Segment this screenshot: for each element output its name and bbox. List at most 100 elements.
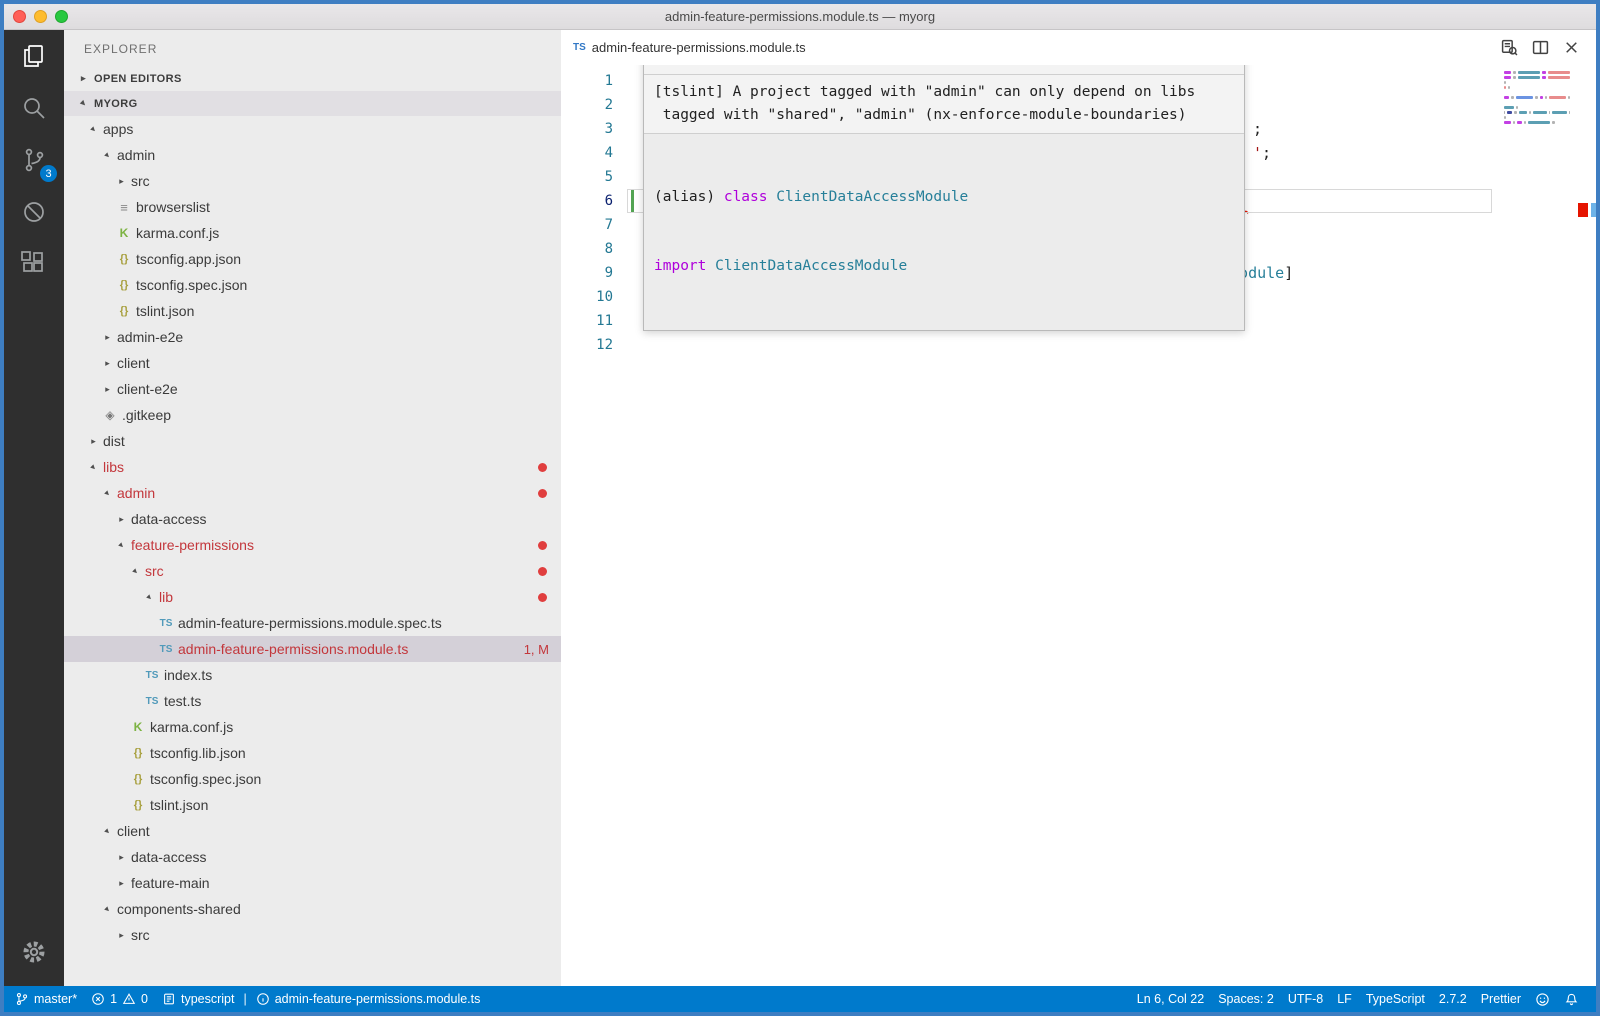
tree-item-data-access[interactable]: ▸data-access (64, 506, 561, 532)
tree-item-admin-e2e[interactable]: ▸admin-e2e (64, 324, 561, 350)
ts-version-status[interactable]: 2.7.2 (1432, 992, 1474, 1006)
split-editor-icon[interactable] (1532, 39, 1549, 56)
tree-item-tslint.json[interactable]: {}tslint.json (64, 792, 561, 818)
tree-item-admin[interactable]: ▸admin (64, 142, 561, 168)
lint-message-line: [tslint] A project tagged with "admin" c… (654, 81, 1234, 104)
overview-ruler-scroll-mark (1591, 203, 1596, 217)
tree-item-client[interactable]: ▸client (64, 350, 561, 376)
open-editors-label: OPEN EDITORS (94, 73, 182, 85)
feedback-smiley-icon[interactable] (1528, 992, 1557, 1007)
encoding-status[interactable]: UTF-8 (1281, 992, 1330, 1006)
status-separator: | (241, 992, 248, 1006)
tree-item-client[interactable]: ▸client (64, 818, 561, 844)
ts-file-icon: TS (156, 618, 176, 629)
git-branch-status[interactable]: master* (8, 992, 84, 1006)
search-icon[interactable] (4, 82, 64, 134)
eol-status[interactable]: LF (1330, 992, 1359, 1006)
tree-item-label: client (115, 823, 150, 839)
language-mode-status[interactable]: TypeScript (1359, 992, 1432, 1006)
chevron-expanded-icon: ▸ (98, 822, 116, 840)
tree-item-browserslist[interactable]: ≡browserslist (64, 194, 561, 220)
tree-item-label: src (129, 927, 150, 943)
line-number: 9 (561, 261, 613, 285)
lint-message-line: tagged with "shared", "admin" (nx-enforc… (654, 104, 1234, 127)
tree-item-tsconfig.lib.json[interactable]: {}tsconfig.lib.json (64, 740, 561, 766)
tab-bar: TS admin-feature-permissions.module.ts (561, 30, 1596, 65)
tree-item-label: src (143, 563, 164, 579)
tree-item-tsconfig.spec.json[interactable]: {}tsconfig.spec.json (64, 272, 561, 298)
tree-item-apps[interactable]: ▸apps (64, 116, 561, 142)
tree-item-client-e2e[interactable]: ▸client-e2e (64, 376, 561, 402)
line-number: 5 (561, 165, 613, 189)
indentation-status[interactable]: Spaces: 2 (1211, 992, 1281, 1006)
close-editor-icon[interactable] (1563, 39, 1580, 56)
tree-item-label: admin-e2e (115, 329, 183, 345)
tree-item-admin-feature-permissions.module.ts[interactable]: TSadmin-feature-permissions.module.ts1, … (64, 636, 561, 662)
tree-item-dist[interactable]: ▸dist (64, 428, 561, 454)
tree-item-admin-feature-permissions.module.spec.ts[interactable]: TSadmin-feature-permissions.module.spec.… (64, 610, 561, 636)
braces-file-icon: {} (114, 279, 134, 291)
tree-item-index.ts[interactable]: TSindex.ts (64, 662, 561, 688)
tree-item-label: data-access (129, 849, 206, 865)
tree-item-data-access[interactable]: ▸data-access (64, 844, 561, 870)
tree-item-test.ts[interactable]: TStest.ts (64, 688, 561, 714)
hover-alias-line: (alias) class ClientDataAccessModule (654, 186, 1234, 209)
problems-status[interactable]: 1 0 (84, 992, 155, 1006)
explorer-icon[interactable] (4, 30, 64, 82)
tree-item-karma.conf.js[interactable]: Kkarma.conf.js (64, 220, 561, 246)
formatter-status[interactable]: Prettier (1474, 992, 1528, 1006)
hover-alias-block: (alias) class ClientDataAccessModule imp… (644, 134, 1244, 330)
cursor-position-status[interactable]: Ln 6, Col 22 (1130, 992, 1211, 1006)
error-count: 1 (110, 992, 117, 1006)
source-control-icon[interactable]: 3 (4, 134, 64, 186)
code-line-12[interactable]: 12 (561, 333, 1596, 357)
tree-item-admin[interactable]: ▸admin (64, 480, 561, 506)
line-number: 1 (561, 69, 613, 93)
ts-file-icon: TS (142, 670, 162, 681)
chevron-collapsed-icon: ▸ (114, 176, 129, 187)
notifications-bell-icon[interactable] (1557, 992, 1586, 1007)
tree-item-src[interactable]: ▸src (64, 558, 561, 584)
active-file-status[interactable]: admin-feature-permissions.module.ts (249, 992, 488, 1006)
chevron-collapsed-icon: ▸ (86, 436, 101, 447)
tree-item-.gitkeep[interactable]: ◈.gitkeep (64, 402, 561, 428)
braces-file-icon: {} (114, 305, 134, 317)
code-area[interactable]: 123;4';56import { ClientDataAccessModule… (561, 65, 1596, 986)
tree-item-label: karma.conf.js (148, 719, 233, 735)
open-preview-icon[interactable] (1501, 39, 1518, 56)
karma-file-icon: K (114, 226, 134, 240)
linter-icon (162, 992, 176, 1006)
tree-item-src[interactable]: ▸src (64, 168, 561, 194)
braces-file-icon: {} (128, 799, 148, 811)
tree-item-feature-main[interactable]: ▸feature-main (64, 870, 561, 896)
vscode-window: admin-feature-permissions.module.ts — my… (4, 4, 1596, 1012)
line-number: 2 (561, 93, 613, 117)
tree-item-libs[interactable]: ▸libs (64, 454, 561, 480)
tree-item-tslint.json[interactable]: {}tslint.json (64, 298, 561, 324)
minimap[interactable] (1504, 71, 1570, 211)
tree-item-lib[interactable]: ▸lib (64, 584, 561, 610)
tree-item-feature-permissions[interactable]: ▸feature-permissions (64, 532, 561, 558)
tree-item-tsconfig.spec.json[interactable]: {}tsconfig.spec.json (64, 766, 561, 792)
window-title: admin-feature-permissions.module.ts — my… (4, 9, 1596, 24)
chevron-collapsed-icon: ▸ (114, 930, 129, 941)
extensions-icon[interactable] (4, 238, 64, 290)
debug-icon[interactable] (4, 186, 64, 238)
settings-gear-icon[interactable] (4, 926, 64, 978)
karma-file-icon: K (128, 720, 148, 734)
tree-item-components-shared[interactable]: ▸components-shared (64, 896, 561, 922)
tree-item-tsconfig.app.json[interactable]: {}tsconfig.app.json (64, 246, 561, 272)
git-modified-dot (538, 489, 547, 498)
root-folder-section[interactable]: ▸ MYORG (64, 91, 561, 116)
tree-item-src[interactable]: ▸src (64, 922, 561, 948)
tab-admin-feature-permissions[interactable]: TS admin-feature-permissions.module.ts (561, 30, 818, 65)
chevron-collapsed-icon: ▸ (114, 514, 129, 525)
tree-item-label: tsconfig.spec.json (134, 277, 247, 293)
line-number: 4 (561, 141, 613, 165)
tslint-status[interactable]: typescript (155, 992, 242, 1006)
open-editors-section[interactable]: ▸ OPEN EDITORS (64, 66, 561, 91)
typescript-file-icon: TS (573, 42, 586, 53)
explorer-sidebar: EXPLORER ▸ OPEN EDITORS ▸ MYORG ▸apps▸ad… (64, 30, 561, 986)
tree-item-karma.conf.js[interactable]: Kkarma.conf.js (64, 714, 561, 740)
tree-item-label: components-shared (115, 901, 241, 917)
